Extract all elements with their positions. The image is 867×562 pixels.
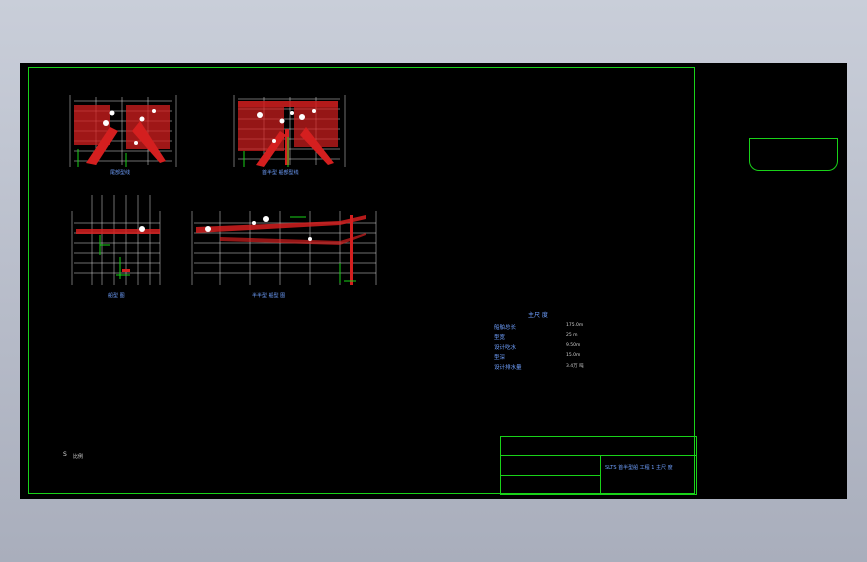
spec-label: 设计吃水 bbox=[494, 345, 517, 351]
half-side-view-drawing[interactable] bbox=[190, 193, 380, 291]
spec-label: 型宽 bbox=[494, 335, 506, 341]
spec-value: 175.0m bbox=[566, 323, 584, 328]
spec-value: 3.4万 吨 bbox=[566, 364, 584, 369]
scale-mark: S bbox=[63, 451, 67, 458]
side-view-drawing[interactable] bbox=[70, 193, 172, 291]
drawing-title: SLTS 首半型船 工程 1 主尺 度 bbox=[605, 465, 673, 471]
stern-lines-label: 尾部型线 bbox=[110, 170, 131, 176]
spec-row: 船舶总长 175.0m bbox=[494, 323, 614, 333]
spec-row: 型宽 25 m bbox=[494, 333, 614, 343]
spec-value: 15.0m bbox=[566, 353, 581, 358]
spec-table: 主尺 度 船舶总长 175.0m 型宽 25 m 设计吃水 9.50m 型深 1… bbox=[494, 313, 614, 373]
spec-row: 设计吃水 9.50m bbox=[494, 343, 614, 353]
spec-table-title: 主尺 度 bbox=[528, 312, 548, 319]
detached-outline-shape[interactable] bbox=[749, 138, 838, 171]
spec-label: 型深 bbox=[494, 355, 506, 361]
spec-value: 25 m bbox=[566, 333, 578, 338]
stern-lines-drawing[interactable] bbox=[66, 91, 181, 173]
side-view-label: 船型 图 bbox=[108, 293, 125, 299]
spec-row: 设计排水量 3.4万 吨 bbox=[494, 363, 614, 373]
spec-label: 设计排水量 bbox=[494, 365, 522, 371]
cad-model-space[interactable]: 尾部型线 首半型 船部型线 船型 图 半半型 船型 图 主尺 度 船舶总长 17… bbox=[20, 63, 847, 499]
half-lines-label: 首半型 船部型线 bbox=[262, 170, 299, 176]
spec-label: 船舶总长 bbox=[494, 325, 517, 331]
half-side-view-label: 半半型 船型 图 bbox=[252, 293, 286, 299]
scale-note: 比例 bbox=[73, 454, 84, 460]
half-lines-drawing[interactable] bbox=[230, 91, 350, 173]
spec-row: 型深 15.0m bbox=[494, 353, 614, 363]
spec-value: 9.50m bbox=[566, 343, 581, 348]
title-block: SLTS 首半型船 工程 1 主尺 度 bbox=[500, 436, 697, 495]
